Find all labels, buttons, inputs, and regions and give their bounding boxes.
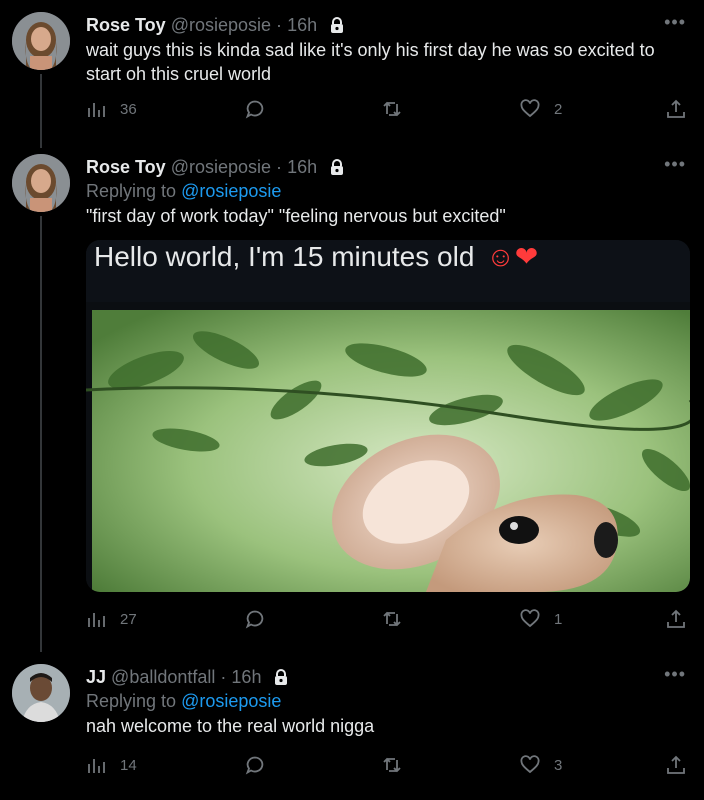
lock-icon [330, 158, 344, 180]
mention-link[interactable]: @rosieposie [181, 181, 281, 201]
heart-icon [520, 609, 540, 629]
retweet-button[interactable] [382, 99, 402, 119]
replying-to: Replying to @rosieposie [86, 180, 281, 202]
likes-count: 3 [554, 756, 563, 774]
more-icon[interactable]: ••• [664, 12, 686, 33]
more-icon[interactable]: ••• [664, 664, 686, 685]
lock-icon [274, 668, 288, 690]
share-icon [666, 99, 686, 119]
reply-button[interactable] [245, 609, 265, 629]
share-button[interactable] [666, 609, 686, 629]
tweet-header: Rose Toy @rosieposie · 16h [86, 14, 344, 38]
replying-to-label: Replying to [86, 691, 177, 711]
separator: · [276, 157, 283, 177]
tweet[interactable]: JJ @balldontfall · 16h ••• Replying to @… [0, 650, 704, 800]
like-button[interactable]: 2 [520, 99, 562, 119]
separator: · [276, 15, 283, 35]
lock-icon [330, 16, 344, 38]
more-icon[interactable]: ••• [664, 154, 686, 175]
heart-icon [520, 99, 540, 119]
heart-icon [520, 755, 540, 775]
emoji-icon: ☺❤ [486, 241, 539, 272]
views-button[interactable]: 27 [86, 609, 137, 629]
share-button[interactable] [666, 755, 686, 775]
timestamp[interactable]: 16h [287, 157, 317, 177]
user-handle[interactable]: @balldontfall [111, 667, 215, 687]
tweet-header: Rose Toy @rosieposie · 16h [86, 156, 344, 180]
tweet[interactable]: Rose Toy @rosieposie · 16h ••• wait guys… [0, 0, 704, 150]
tweet-text: nah welcome to the real world nigga [86, 716, 375, 736]
avatar[interactable] [12, 664, 70, 722]
share-icon [666, 609, 686, 629]
reply-button[interactable] [245, 99, 265, 119]
bar-chart-icon [86, 99, 106, 119]
display-name[interactable]: Rose Toy [86, 15, 166, 35]
reply-button[interactable] [245, 755, 265, 775]
retweet-button[interactable] [382, 609, 402, 629]
replying-to: Replying to @rosieposie [86, 690, 281, 712]
action-bar: 27 1 [86, 609, 688, 633]
media-caption-text: Hello world, I'm 15 minutes old [94, 241, 475, 272]
timestamp[interactable]: 16h [231, 667, 261, 687]
reply-icon [245, 609, 265, 629]
views-button[interactable]: 14 [86, 755, 137, 775]
like-button[interactable]: 3 [520, 755, 562, 775]
views-button[interactable]: 36 [86, 99, 137, 119]
avatar[interactable] [12, 12, 70, 70]
reply-icon [245, 755, 265, 775]
like-button[interactable]: 1 [520, 609, 562, 629]
media-caption: Hello world, I'm 15 minutes old ☺❤ [94, 240, 538, 274]
likes-count: 2 [554, 100, 563, 118]
tweet-text: wait guys this is kinda sad like it's on… [86, 40, 655, 84]
action-bar: 36 2 [86, 99, 688, 123]
timestamp[interactable]: 16h [287, 15, 317, 35]
replying-to-label: Replying to [86, 181, 177, 201]
retweet-icon [382, 755, 402, 775]
mention-link[interactable]: @rosieposie [181, 691, 281, 711]
user-handle[interactable]: @rosieposie [171, 157, 271, 177]
retweet-icon [382, 609, 402, 629]
retweet-button[interactable] [382, 755, 402, 775]
share-button[interactable] [666, 99, 686, 119]
tweet-media-image[interactable]: Hello world, I'm 15 minutes old ☺❤ [86, 240, 690, 592]
views-count: 36 [120, 100, 137, 118]
bar-chart-icon [86, 609, 106, 629]
views-count: 27 [120, 610, 137, 628]
share-icon [666, 755, 686, 775]
tweet-text: "first day of work today" "feeling nervo… [86, 206, 506, 226]
likes-count: 1 [554, 610, 563, 628]
tweet[interactable]: Rose Toy @rosieposie · 16h ••• Replying … [0, 150, 704, 650]
reply-icon [245, 99, 265, 119]
bar-chart-icon [86, 755, 106, 775]
display-name[interactable]: JJ [86, 667, 106, 687]
display-name[interactable]: Rose Toy [86, 157, 166, 177]
avatar[interactable] [12, 154, 70, 212]
user-handle[interactable]: @rosieposie [171, 15, 271, 35]
views-count: 14 [120, 756, 137, 774]
retweet-icon [382, 99, 402, 119]
action-bar: 14 3 [86, 755, 688, 779]
tweet-header: JJ @balldontfall · 16h [86, 666, 288, 690]
separator: · [220, 667, 227, 687]
